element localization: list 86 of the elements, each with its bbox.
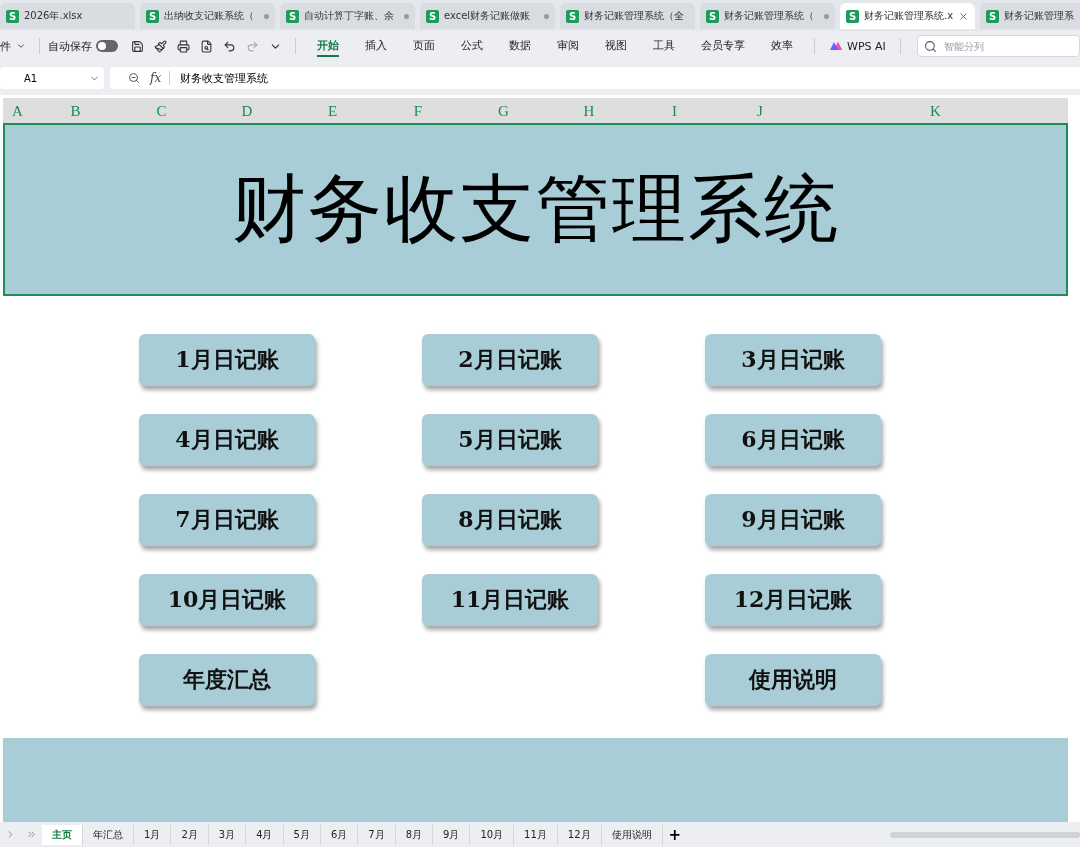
nav-button[interactable]: 10月日记账 bbox=[139, 574, 315, 626]
sheet-tab[interactable]: 3月 bbox=[208, 824, 247, 845]
sheet-tab[interactable]: 主页 bbox=[42, 824, 83, 845]
ribbon-tab[interactable]: 开始 bbox=[317, 35, 339, 57]
tab-title: 财务记账管理系统（全 bbox=[584, 9, 685, 23]
ribbon-tab[interactable]: 视图 bbox=[605, 35, 627, 57]
chevron-down-icon[interactable] bbox=[16, 41, 26, 51]
spreadsheet-icon: S bbox=[846, 9, 859, 23]
sheet-tab[interactable]: 8月 bbox=[395, 824, 433, 845]
tab-title: 出纳收支记账系统（ bbox=[164, 9, 255, 23]
nav-button[interactable]: 11月日记账 bbox=[422, 574, 598, 626]
tab-title: 财务记账管理系统（ bbox=[724, 9, 815, 23]
undo-icon[interactable] bbox=[223, 39, 236, 53]
document-tab[interactable]: S excel财务记账做账 bbox=[420, 3, 555, 29]
nav-button[interactable]: 年度汇总 bbox=[139, 654, 315, 706]
search-input[interactable]: 智能分列 bbox=[941, 39, 1073, 53]
nav-button[interactable]: 12月日记账 bbox=[705, 574, 881, 626]
paintbrush-icon[interactable] bbox=[154, 39, 167, 53]
nav-button[interactable]: 9月日记账 bbox=[705, 494, 881, 546]
spreadsheet-icon: S bbox=[566, 9, 579, 23]
add-sheet-button[interactable]: + bbox=[668, 825, 682, 844]
ribbon-tab[interactable]: 页面 bbox=[413, 35, 435, 57]
nav-button[interactable]: 1月日记账 bbox=[139, 334, 315, 386]
document-tab[interactable]: S 财务记账管理系 bbox=[980, 3, 1080, 29]
spreadsheet-icon: S bbox=[426, 9, 439, 23]
sheet-tab[interactable]: 使用说明 bbox=[601, 824, 663, 845]
nav-button[interactable]: 使用说明 bbox=[705, 654, 881, 706]
document-tab[interactable]: S 出纳收支记账系统（ bbox=[140, 3, 275, 29]
sheet-tab[interactable]: 10月 bbox=[470, 824, 515, 845]
file-menu[interactable]: 件 bbox=[0, 38, 11, 54]
sheet-tab[interactable]: 4月 bbox=[246, 824, 284, 845]
ai-logo-icon bbox=[829, 41, 843, 51]
nav-button[interactable]: 2月日记账 bbox=[422, 334, 598, 386]
nav-button[interactable]: 4月日记账 bbox=[139, 414, 315, 466]
ribbon-tab[interactable]: 公式 bbox=[461, 35, 483, 57]
cell-reference-field[interactable]: A1 bbox=[0, 67, 104, 89]
spreadsheet-icon: S bbox=[6, 9, 19, 23]
document-tab[interactable]: S 自动计算丁字账、余 bbox=[280, 3, 415, 29]
document-tab[interactable]: S 财务记账管理系统（ bbox=[700, 3, 835, 29]
sheet-title: 财务收支管理系统 bbox=[231, 163, 840, 253]
document-tab[interactable]: S 财务记账管理系统（全 bbox=[560, 3, 695, 29]
autosave-label: 自动保存 bbox=[48, 38, 92, 54]
nav-button[interactable]: 8月日记账 bbox=[422, 494, 598, 546]
sheet-tab[interactable]: 6月 bbox=[320, 824, 359, 845]
sheet-tab[interactable]: 2月 bbox=[171, 824, 209, 845]
function-label: fx bbox=[150, 71, 171, 85]
spreadsheet-icon: S bbox=[986, 9, 999, 23]
sheet-tab[interactable]: 11月 bbox=[514, 824, 558, 845]
sheet-tab[interactable]: 年汇总 bbox=[83, 824, 134, 845]
sheet-tab[interactable]: 7月 bbox=[358, 824, 396, 845]
print-preview-icon[interactable] bbox=[200, 39, 213, 53]
sheet-tab[interactable]: 1月 bbox=[134, 824, 172, 845]
tab-title: 财务记账管理系 bbox=[1004, 9, 1075, 23]
document-tab[interactable]: S 财务记账管理系统.x bbox=[840, 3, 975, 29]
print-icon[interactable] bbox=[177, 39, 190, 53]
formula-text: 财务收支管理系统 bbox=[180, 70, 269, 86]
horizontal-scrollbar[interactable] bbox=[890, 831, 1080, 838]
spreadsheet-icon: S bbox=[286, 9, 299, 23]
search-field[interactable]: 智能分列 bbox=[916, 35, 1080, 57]
spreadsheet-icon: S bbox=[706, 9, 719, 23]
ribbon-tab[interactable]: 审阅 bbox=[557, 35, 579, 57]
formula-field[interactable]: fx 财务收支管理系统 bbox=[110, 67, 1080, 89]
ribbon-tab[interactable]: 数据 bbox=[509, 35, 531, 57]
nav-button[interactable]: 6月日记账 bbox=[705, 414, 881, 466]
ai-button[interactable]: WPS AI bbox=[829, 39, 886, 53]
nav-button[interactable]: 3月日记账 bbox=[705, 334, 881, 386]
autosave-toggle[interactable] bbox=[96, 40, 118, 52]
tab-title: 自动计算丁字账、余 bbox=[304, 9, 395, 23]
sheet-tab[interactable]: 9月 bbox=[433, 824, 471, 845]
ribbon-tab[interactable]: 效率 bbox=[771, 35, 793, 57]
spreadsheet-icon: S bbox=[146, 9, 159, 23]
document-tab[interactable]: S 2026年.xlsx bbox=[0, 3, 135, 29]
close-icon[interactable] bbox=[958, 10, 969, 22]
nav-button[interactable]: 7月日记账 bbox=[139, 494, 315, 546]
ribbon-tab[interactable]: 会员专享 bbox=[701, 35, 745, 57]
search-icon bbox=[923, 39, 937, 53]
sheet-tab[interactable]: 5月 bbox=[283, 824, 321, 845]
tab-title: 财务记账管理系统.x bbox=[864, 9, 953, 23]
tab-title: excel财务记账做账 bbox=[444, 9, 532, 23]
sheet-tab[interactable]: 12月 bbox=[557, 824, 602, 845]
tab-title: 2026年.xlsx bbox=[24, 9, 84, 23]
ribbon-tab[interactable]: 工具 bbox=[653, 35, 675, 57]
save-icon[interactable] bbox=[131, 39, 144, 53]
zoom-icon bbox=[128, 72, 140, 84]
ribbon-tab[interactable]: 插入 bbox=[365, 35, 387, 57]
nav-button[interactable]: 5月日记账 bbox=[422, 414, 598, 466]
